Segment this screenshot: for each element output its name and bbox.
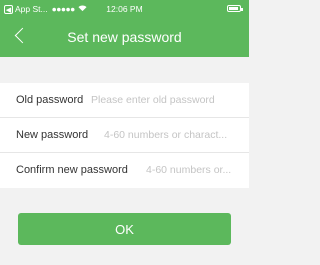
new-password-input[interactable] xyxy=(104,118,241,152)
old-password-label: Old password xyxy=(16,94,84,106)
page-title: Set new password xyxy=(67,29,182,45)
confirm-password-row: Confirm new password xyxy=(0,153,249,188)
status-bar: ◀ App St... ●●●●● 12:06 PM xyxy=(0,0,249,18)
battery-icon xyxy=(227,5,243,12)
old-password-row: Old password xyxy=(0,83,249,118)
new-password-row: New password xyxy=(0,118,249,153)
confirm-password-label: Confirm new password xyxy=(16,164,128,176)
navigation-bar: Set new password xyxy=(0,18,249,57)
header-bar: ◀ App St... ●●●●● 12:06 PM Set new passw… xyxy=(0,0,249,57)
password-form: Old password New password Confirm new pa… xyxy=(0,83,249,188)
status-time: 12:06 PM xyxy=(106,4,143,14)
confirm-password-input[interactable] xyxy=(146,153,241,187)
new-password-label: New password xyxy=(16,129,89,141)
battery-level xyxy=(229,7,238,10)
old-password-input[interactable] xyxy=(91,83,241,117)
ok-button[interactable]: OK xyxy=(18,213,231,245)
